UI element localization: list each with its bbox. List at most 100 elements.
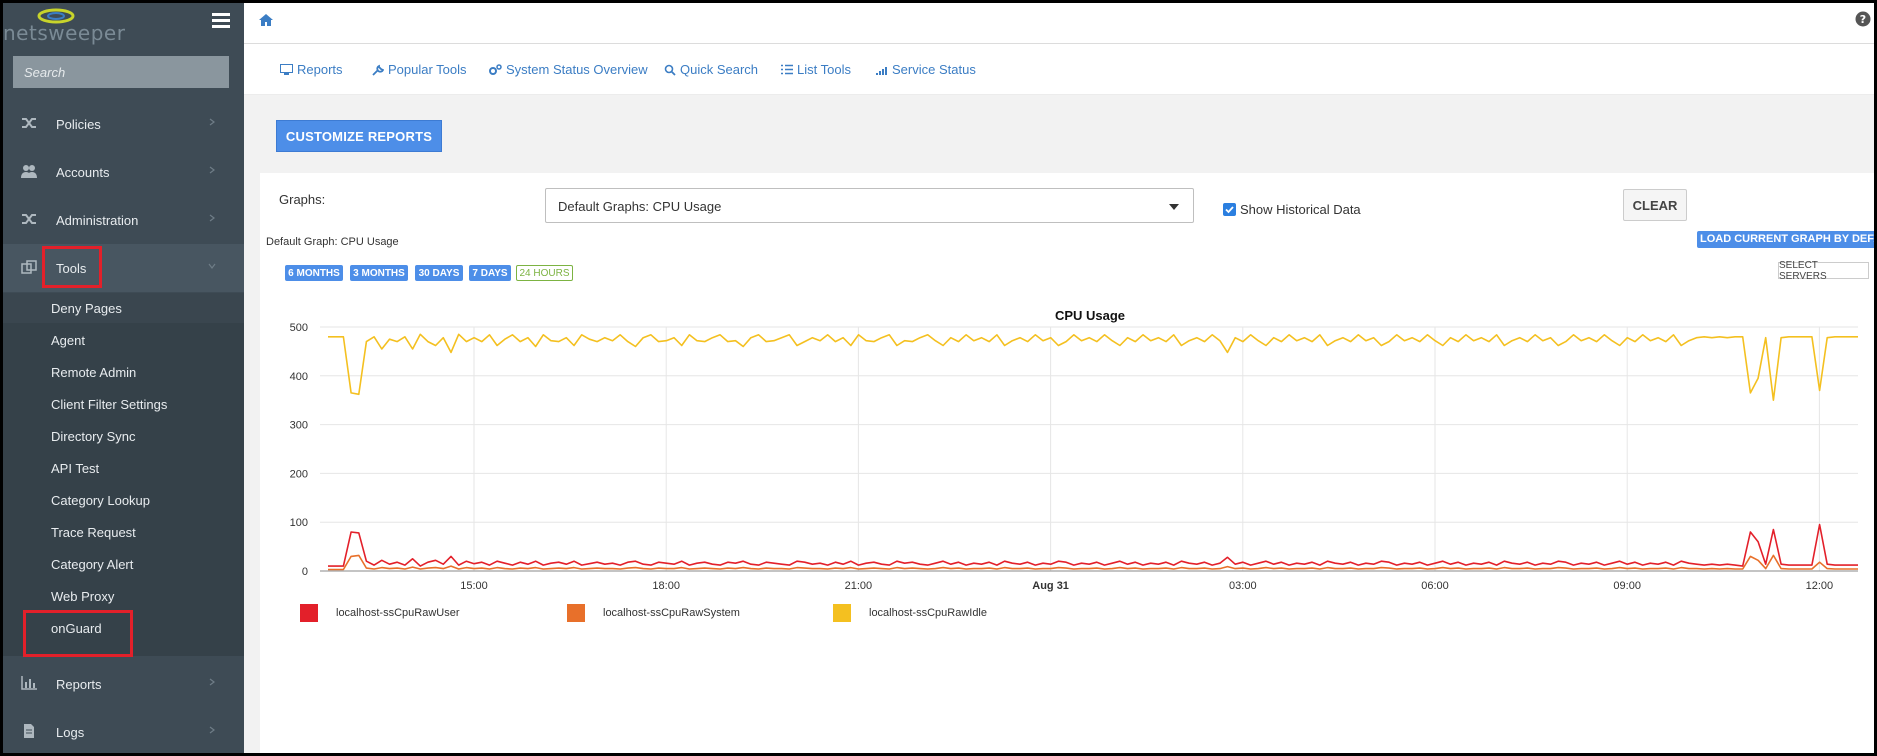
wrench-icon (372, 64, 384, 76)
y-tick-label: 500 (290, 322, 308, 334)
range-3-months-button[interactable]: 3 MONTHS (350, 265, 408, 281)
submenu-item[interactable]: API Test (3, 453, 244, 483)
series-line (328, 333, 1858, 401)
show-historical-checkbox[interactable] (1223, 203, 1236, 216)
submenu-item[interactable]: Remote Admin (3, 357, 244, 387)
sidebar-item-label: Logs (56, 724, 85, 740)
sidebar-item-policies[interactable]: Policies (3, 100, 244, 148)
users-icon (21, 165, 37, 178)
tool-link-label: List Tools (797, 62, 851, 77)
highlight-box-onguard (23, 610, 133, 657)
gears-icon (489, 63, 502, 75)
submenu-item[interactable]: Deny Pages (3, 293, 244, 323)
chevron-down-icon (208, 263, 216, 269)
legend-swatch (300, 604, 318, 622)
shuffle-icon (22, 118, 36, 128)
default-graph-caption: Default Graph: CPU Usage (266, 236, 399, 248)
tools-icon (21, 260, 37, 274)
legend-label: localhost-ssCpuRawSystem (603, 607, 740, 619)
sidebar-item-reports[interactable]: Reports (3, 660, 244, 708)
tool-link-list-tools[interactable]: List Tools (781, 62, 851, 77)
tool-link-label: Quick Search (680, 62, 759, 77)
range-7-days-button[interactable]: 7 DAYS (469, 265, 511, 281)
x-tick-label: Aug 31 (1032, 580, 1069, 592)
submenu-item[interactable]: Category Lookup (3, 485, 244, 515)
help-icon[interactable]: ? (1855, 11, 1871, 27)
submenu-item[interactable]: Trace Request (3, 517, 244, 547)
file-icon (24, 724, 34, 738)
tool-link-quick-search[interactable]: Quick Search (664, 62, 758, 77)
search-icon (664, 64, 676, 76)
submenu-item[interactable]: Category Alert (3, 549, 244, 579)
range-6-months-button[interactable]: 6 MONTHS (285, 265, 343, 281)
tool-link-popular-tools[interactable]: Popular Tools (372, 62, 467, 77)
monitor-icon (280, 64, 293, 75)
tool-nav: Reports Popular Tools System Status Over… (244, 44, 1874, 95)
tool-link-reports[interactable]: Reports (280, 62, 343, 77)
range-24-hours-button[interactable]: 24 HOURS (516, 265, 573, 281)
svg-text:?: ? (1860, 13, 1866, 26)
graph-select[interactable]: Default Graphs: CPU Usage (545, 188, 1194, 223)
y-tick-label: 100 (290, 517, 308, 529)
graphs-label: Graphs: (279, 192, 326, 207)
sidebar-item-label: Reports (56, 676, 102, 692)
y-tick-label: 300 (290, 420, 308, 432)
graph-select-value: Default Graphs: CPU Usage (558, 199, 722, 214)
customize-reports-button[interactable]: CUSTOMIZE REPORTS (276, 120, 442, 152)
clear-button[interactable]: CLEAR (1623, 189, 1687, 221)
tool-link-service-status[interactable]: Service Status (876, 62, 976, 77)
load-default-graph-button[interactable]: LOAD CURRENT GRAPH BY DEFAULT (1697, 231, 1874, 248)
tools-submenu: Deny Pages Agent Remote Admin Client Fil… (3, 293, 244, 656)
legend-item[interactable]: localhost-ssCpuRawUser (300, 604, 460, 622)
chevron-right-icon (209, 678, 215, 686)
home-icon[interactable] (258, 13, 274, 27)
submenu-item[interactable]: Client Filter Settings (3, 389, 244, 419)
chart-grid (320, 326, 1858, 572)
tool-link-label: Service Status (892, 62, 976, 77)
y-tick-label: 400 (290, 371, 308, 383)
select-servers-button[interactable]: SELECT SERVERS (1778, 260, 1869, 282)
menu-toggle-icon[interactable] (212, 13, 230, 29)
sidebar-item-accounts[interactable]: Accounts (3, 148, 244, 196)
app-frame: netsweeper Policies Accounts Administrat… (3, 3, 1874, 753)
chevron-right-icon (209, 726, 215, 734)
submenu-item[interactable]: Directory Sync (3, 421, 244, 451)
x-tick-label: 09:00 (1613, 580, 1641, 592)
x-tick-label: 15:00 (460, 580, 488, 592)
x-tick-label: 12:00 (1806, 580, 1834, 592)
brand-name: netsweeper (3, 21, 126, 45)
sidebar-item-label: Policies (56, 116, 101, 132)
legend-swatch (833, 604, 851, 622)
x-axis: 15:00 18:00 21:00 Aug 31 03:00 06:00 09:00 12:0… (320, 570, 1858, 592)
submenu-item[interactable]: Agent (3, 325, 244, 355)
bar-chart-icon (21, 676, 37, 690)
y-tick-label: 0 (302, 566, 308, 578)
submenu-item[interactable]: Web Proxy (3, 581, 244, 611)
tool-link-label: System Status Overview (506, 62, 648, 77)
chevron-right-icon (209, 166, 215, 174)
sidebar-item-label: Accounts (56, 164, 110, 180)
legend-item[interactable]: localhost-ssCpuRawIdle (833, 604, 987, 622)
x-tick-label: 03:00 (1229, 580, 1257, 592)
y-axis: 0 100 200 300 400 500 (290, 322, 308, 578)
tool-link-system-status[interactable]: System Status Overview (488, 62, 648, 77)
legend-item[interactable]: localhost-ssCpuRawSystem (567, 604, 740, 622)
sidebar-item-administration[interactable]: Administration (3, 196, 244, 244)
x-tick-label: 18:00 (652, 580, 680, 592)
series-line (328, 523, 1858, 567)
range-30-days-button[interactable]: 30 DAYS (415, 265, 463, 281)
highlight-box-tools (42, 246, 102, 288)
legend-swatch (567, 604, 585, 622)
sidebar-item-logs[interactable]: Logs (3, 708, 244, 753)
cpu-usage-chart: CPU Usage 0 100 200 300 400 500 15:00 18:00 21:… (290, 308, 1858, 592)
caret-down-icon (1169, 204, 1179, 210)
x-tick-label: 21:00 (845, 580, 873, 592)
sidebar-item-label: Administration (56, 212, 139, 228)
x-tick-label: 06:00 (1421, 580, 1449, 592)
sidebar-item-tools[interactable]: Tools (3, 244, 244, 292)
chart-series (328, 333, 1858, 571)
y-tick-label: 200 (290, 468, 308, 480)
sidebar-search-input[interactable] (13, 56, 229, 88)
brand-logo[interactable]: netsweeper (3, 3, 244, 45)
chevron-right-icon (209, 118, 215, 126)
